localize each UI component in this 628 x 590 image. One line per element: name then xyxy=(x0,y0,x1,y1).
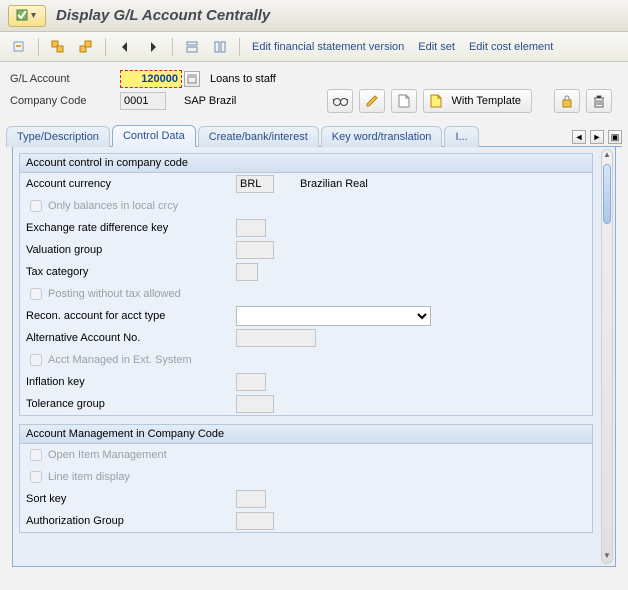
alt-acct-input[interactable] xyxy=(236,329,316,347)
gl-account-input[interactable] xyxy=(120,70,182,88)
sort-key-label: Sort key xyxy=(26,493,236,505)
tab-panel: ▲ ▼ Account control in company code Acco… xyxy=(12,147,616,567)
open-item-checkbox xyxy=(30,449,42,461)
currency-desc: Brazilian Real xyxy=(300,178,368,190)
gl-account-search-help[interactable] xyxy=(184,71,200,87)
with-template-label: With Template xyxy=(452,95,522,107)
currency-input[interactable] xyxy=(236,175,274,193)
only-balances-label: Only balances in local crcy xyxy=(48,200,178,212)
change-button[interactable] xyxy=(359,89,385,113)
tab-type-description[interactable]: Type/Description xyxy=(6,126,110,147)
line-item-label: Line item display xyxy=(48,471,130,483)
next-arrow-icon[interactable] xyxy=(142,37,164,57)
document-icon xyxy=(398,94,410,108)
display-button[interactable] xyxy=(327,89,353,113)
create-button[interactable] xyxy=(391,89,417,113)
ext-system-checkbox xyxy=(30,354,42,366)
auth-group-input[interactable] xyxy=(236,512,274,530)
group-account-control: Account control in company code Account … xyxy=(19,153,593,416)
prev-arrow-icon[interactable] xyxy=(114,37,136,57)
group-title: Account Management in Company Code xyxy=(20,425,592,444)
tabstrip: Type/Description Control Data Create/ban… xyxy=(6,124,622,147)
posting-wo-tax-label: Posting without tax allowed xyxy=(48,288,181,300)
tab-list-button[interactable]: ▣ xyxy=(608,130,622,144)
tree-expand-icon[interactable] xyxy=(75,37,97,57)
menu-button[interactable] xyxy=(8,5,46,27)
lock-button[interactable] xyxy=(554,89,580,113)
company-code-input[interactable] xyxy=(120,92,166,110)
scroll-down-icon[interactable]: ▼ xyxy=(602,551,612,563)
alt-acct-label: Alternative Account No. xyxy=(26,332,236,344)
gl-account-label: G/L Account xyxy=(10,73,120,85)
group-title: Account control in company code xyxy=(20,154,592,173)
header: G/L Account Loans to staff Company Code … xyxy=(0,62,628,116)
tax-cat-label: Tax category xyxy=(26,266,236,278)
tax-cat-input[interactable] xyxy=(236,263,258,281)
group-account-management: Account Management in Company Code Open … xyxy=(19,424,593,533)
tab-key-word-translation[interactable]: Key word/translation xyxy=(321,126,443,147)
layout-icon[interactable] xyxy=(181,37,203,57)
columns-icon[interactable] xyxy=(209,37,231,57)
open-item-label: Open Item Management xyxy=(48,449,167,461)
inflation-input[interactable] xyxy=(236,373,266,391)
tolerance-input[interactable] xyxy=(236,395,274,413)
lock-icon xyxy=(561,94,573,108)
glasses-icon xyxy=(332,94,348,108)
delete-button[interactable] xyxy=(586,89,612,113)
ext-system-label: Acct Managed in Ext. System xyxy=(48,354,192,366)
inflation-label: Inflation key xyxy=(26,376,236,388)
exch-rate-input[interactable] xyxy=(236,219,266,237)
tolerance-label: Tolerance group xyxy=(26,398,236,410)
auth-group-label: Authorization Group xyxy=(26,515,236,527)
menu-icon xyxy=(16,9,38,23)
recon-label: Recon. account for acct type xyxy=(26,310,236,322)
scrollbar[interactable]: ▲ ▼ xyxy=(601,149,613,564)
recon-select[interactable] xyxy=(236,306,431,326)
currency-label: Account currency xyxy=(26,178,236,190)
edit-set-button[interactable]: Edit set xyxy=(414,39,459,55)
exch-rate-label: Exchange rate difference key xyxy=(26,222,236,234)
company-code-desc: SAP Brazil xyxy=(184,95,236,107)
tab-scroll-left[interactable]: ◄ xyxy=(572,130,586,144)
choose-icon[interactable] xyxy=(8,37,30,57)
scroll-up-icon[interactable]: ▲ xyxy=(602,150,612,162)
search-help-icon xyxy=(187,74,197,84)
title-bar: Display G/L Account Centrally xyxy=(0,0,628,32)
with-template-button[interactable]: With Template xyxy=(423,89,533,113)
page-title: Display G/L Account Centrally xyxy=(56,7,270,24)
tab-create-bank-interest[interactable]: Create/bank/interest xyxy=(198,126,319,147)
only-balances-checkbox xyxy=(30,200,42,212)
pencil-icon xyxy=(365,94,379,108)
template-icon xyxy=(430,94,444,108)
tab-scroll-right[interactable]: ► xyxy=(590,130,604,144)
gl-account-desc: Loans to staff xyxy=(210,73,276,85)
company-code-label: Company Code xyxy=(10,95,120,107)
edit-fsv-button[interactable]: Edit financial statement version xyxy=(248,39,408,55)
tab-more[interactable]: I... xyxy=(444,126,478,147)
posting-wo-tax-checkbox xyxy=(30,288,42,300)
sort-key-input[interactable] xyxy=(236,490,266,508)
toolbar: Edit financial statement version Edit se… xyxy=(0,32,628,62)
tree-collapse-icon[interactable] xyxy=(47,37,69,57)
edit-cost-element-button[interactable]: Edit cost element xyxy=(465,39,557,55)
valuation-input[interactable] xyxy=(236,241,274,259)
trash-icon xyxy=(593,94,605,108)
line-item-checkbox xyxy=(30,471,42,483)
tab-control-data[interactable]: Control Data xyxy=(112,125,196,147)
valuation-label: Valuation group xyxy=(26,244,236,256)
scroll-thumb[interactable] xyxy=(603,164,611,224)
